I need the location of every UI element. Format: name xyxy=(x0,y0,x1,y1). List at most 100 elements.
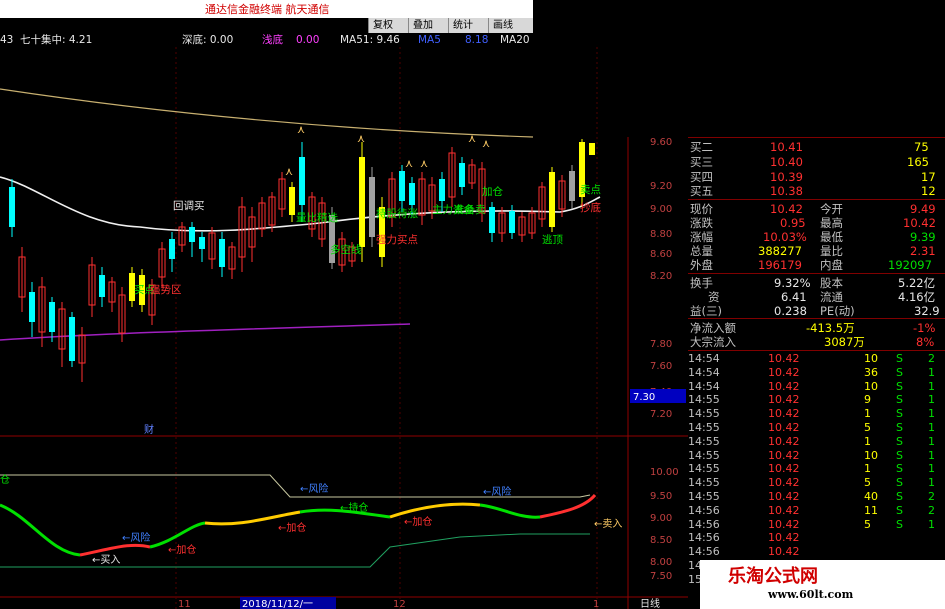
annotation-13: 逃顶 xyxy=(542,233,563,246)
svg-text:7.60: 7.60 xyxy=(650,361,672,372)
tick-n: 2 xyxy=(928,490,935,503)
indicator-bar: 43 七十集中: 4.21 深底: 0.00 浅底 0.00 MA51: 9.4… xyxy=(0,33,533,47)
annotation-12: 抄底 xyxy=(580,201,601,214)
candlesticks: ⋏ ⋏ ⋏ ⋏ ⋏ ⋏ ⋏ xyxy=(9,123,595,382)
svg-text:8.20: 8.20 xyxy=(650,271,672,282)
tick-p: 10.42 xyxy=(768,476,800,490)
tick-p: 10.42 xyxy=(768,352,800,365)
tick-p: 10.42 xyxy=(768,462,800,476)
tick-p: 10.42 xyxy=(768,393,800,407)
tick-s: S xyxy=(896,490,903,503)
svg-text:8.60: 8.60 xyxy=(650,249,672,260)
annotation-6: 加仓 xyxy=(482,185,503,198)
table-row: 14:55 10.42 10 S 1 xyxy=(688,449,945,463)
svg-text:12: 12 xyxy=(393,599,406,609)
tick-n: 1 xyxy=(928,421,935,434)
tick-s: S xyxy=(896,462,903,476)
svg-text:←持仓: ←持仓 xyxy=(340,501,368,514)
tick-s: S xyxy=(896,476,903,490)
table-row: 14:56 10.42 11 S 2 xyxy=(688,504,945,518)
svg-text:⋏: ⋏ xyxy=(482,137,490,150)
info-concentration: 七十集中: 4.21 xyxy=(20,34,93,46)
overlay-button[interactable]: 叠加 xyxy=(408,18,437,33)
tick-v: 10 xyxy=(864,352,878,365)
svg-text:7.80: 7.80 xyxy=(650,339,672,350)
tick-n: 1 xyxy=(928,393,935,407)
stats-button[interactable]: 统计 xyxy=(448,18,477,33)
tick-n: 1 xyxy=(928,407,935,421)
tick-n: 1 xyxy=(928,462,935,476)
svg-text:2018/11/12/一: 2018/11/12/一 xyxy=(242,599,313,609)
svg-text:←卖入: ←卖入 xyxy=(594,518,622,530)
tick-t: 14:56 xyxy=(688,517,720,531)
tick-v: 5 xyxy=(864,517,871,531)
table-row: 14:55 10.42 1 S 1 xyxy=(688,407,945,421)
chart-toolbar: 复权 叠加 统计 画线 xyxy=(368,18,533,33)
tick-t: 14:55 xyxy=(688,421,720,434)
annotation-pullback-buy: 回调买 xyxy=(173,200,205,212)
tick-s: S xyxy=(896,434,903,448)
tick-t: 14:55 xyxy=(688,490,720,503)
table-row: 14:55 10.42 9 S 1 xyxy=(688,393,945,407)
table-row: 14:54 10.42 10 S 2 xyxy=(688,352,945,366)
tick-s: S xyxy=(896,352,903,365)
quote-fund-divider xyxy=(688,273,945,274)
tick-n: 1 xyxy=(928,448,935,462)
svg-text:←加仓: ←加仓 xyxy=(278,521,306,534)
tick-t: 14:55 xyxy=(688,448,720,462)
annotation-3: 持股待涨 xyxy=(376,207,418,220)
tick-t: 14:55 xyxy=(688,476,720,490)
tick-v: 36 xyxy=(864,365,878,379)
site-watermark: 乐淘公式网 www.60lt.com xyxy=(700,560,945,609)
draw-line-button[interactable]: 画线 xyxy=(488,18,517,33)
svg-text:⋏: ⋏ xyxy=(357,132,365,145)
tick-p: 10.42 xyxy=(768,365,800,379)
table-row: 14:56 10.42 xyxy=(688,545,945,559)
main-chart[interactable]: ⋏⋏⋏ ⋏ ⋏⋏ ⋏ 回调买 量比精选 持股待涨 主力资金 准备卖 加仓 多空线 强… xyxy=(0,47,688,609)
tick-n: 1 xyxy=(928,476,935,490)
finance-marker: 财 xyxy=(144,423,154,436)
sub-axis: 10.00 9.50 9.00 8.50 8.00 7.50 xyxy=(650,467,679,582)
tick-p: 10.42 xyxy=(768,407,800,421)
fuquan-button[interactable]: 复权 xyxy=(368,18,397,33)
tick-p: 10.42 xyxy=(768,545,800,559)
tick-n: 1 xyxy=(928,517,935,531)
info-ma20: MA20 xyxy=(500,34,530,46)
tick-s: S xyxy=(896,379,903,393)
svg-text:日线: 日线 xyxy=(640,597,660,609)
table-row: 14:55 10.42 1 S 1 xyxy=(688,462,945,476)
tick-t: 14:56 xyxy=(688,503,720,517)
tick-s: S xyxy=(896,421,903,434)
app-title: 通达信金融终端 航天通信 xyxy=(205,3,330,16)
tick-p: 10.42 xyxy=(768,421,800,434)
tick-v: 11 xyxy=(864,503,878,517)
ticks-divider xyxy=(688,350,945,351)
svg-text:7.50: 7.50 xyxy=(650,571,672,582)
svg-text:11: 11 xyxy=(178,599,191,609)
table-row: 14:55 10.42 40 S 2 xyxy=(688,490,945,504)
tick-n: 2 xyxy=(928,503,935,517)
tick-v: 40 xyxy=(864,490,878,503)
watermark-url: www.60lt.com xyxy=(768,588,854,601)
tick-p: 10.42 xyxy=(768,531,800,545)
tick-v: 10 xyxy=(864,379,878,393)
info-code: 43 xyxy=(0,34,14,46)
tick-n: 1 xyxy=(928,365,935,379)
svg-text:9.20: 9.20 xyxy=(650,181,672,192)
tick-t: 14:55 xyxy=(688,393,720,407)
table-row: 14:54 10.42 36 S 1 xyxy=(688,366,945,380)
svg-text:8.50: 8.50 xyxy=(650,535,672,546)
table-row: 14:56 10.42 5 S 1 xyxy=(688,518,945,532)
svg-text:7.20: 7.20 xyxy=(650,409,672,420)
svg-text:←买入: ←买入 xyxy=(92,554,120,566)
tick-p: 10.42 xyxy=(768,379,800,393)
svg-text:←加仓: ←加仓 xyxy=(404,515,432,528)
tick-n: 2 xyxy=(928,352,935,365)
info-deep: 深底: 0.00 xyxy=(182,34,234,46)
annotation-2: 量比精选 xyxy=(296,211,338,224)
date-axis: 11 2018/11/12/一 12 1 日线 xyxy=(178,597,660,609)
svg-text:←风险: ←风险 xyxy=(300,482,328,495)
tick-p: 10.42 xyxy=(768,517,800,531)
tick-v: 5 xyxy=(864,476,871,490)
table-row: 14:55 10.42 5 S 1 xyxy=(688,476,945,490)
